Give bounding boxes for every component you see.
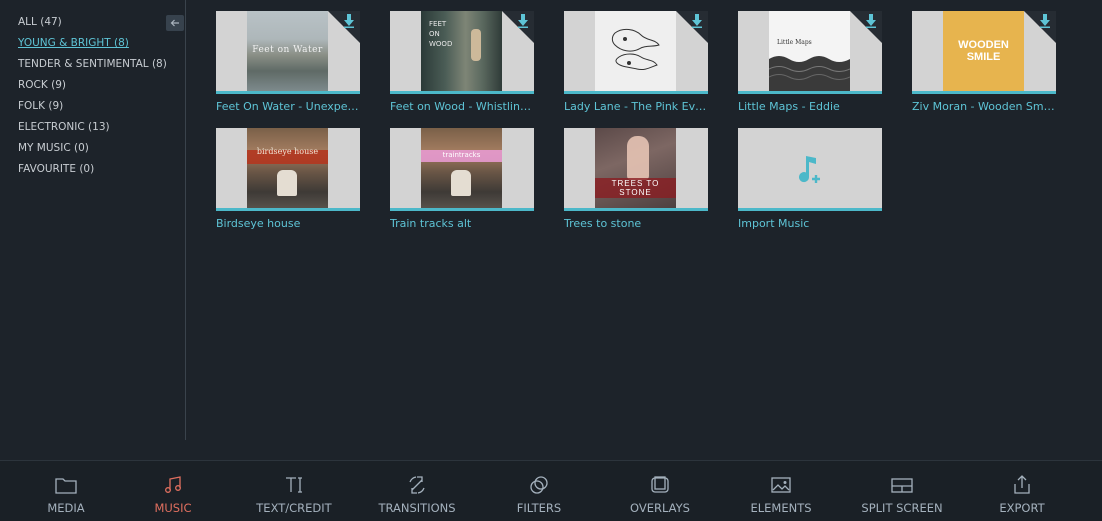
folder-icon xyxy=(55,478,77,494)
split-screen-icon xyxy=(891,478,913,493)
album-cover-image: WOODEN SMILE xyxy=(943,11,1024,91)
export-icon xyxy=(1014,475,1030,494)
album-cover-image: Feet on Water xyxy=(247,11,328,91)
track-thumbnail[interactable]: birdseye house xyxy=(216,128,360,211)
download-icon[interactable] xyxy=(1039,14,1051,28)
track-tile[interactable]: TREES TO STONE Trees to stone xyxy=(564,128,708,230)
download-icon[interactable] xyxy=(691,14,703,28)
tool-export[interactable]: EXPORT xyxy=(990,461,1054,521)
track-thumbnail[interactable]: Little Maps xyxy=(738,11,882,94)
download-icon[interactable] xyxy=(865,14,877,28)
tool-split-screen[interactable]: SPLIT SCREEN xyxy=(856,461,948,521)
tool-text-credit[interactable]: TEXT/CREDIT xyxy=(249,461,339,521)
category-all[interactable]: ALL (47) xyxy=(18,15,167,36)
category-young-bright[interactable]: YOUNG & BRIGHT (8) xyxy=(18,36,167,57)
category-tender-sentimental[interactable]: TENDER & SENTIMENTAL (8) xyxy=(18,57,167,78)
transition-icon xyxy=(409,476,425,494)
album-cover-image: TREES TO STONE xyxy=(595,128,676,208)
text-cursor-icon xyxy=(286,477,302,493)
tool-music[interactable]: MUSIC xyxy=(143,461,203,521)
track-tile[interactable]: Feet on Water Feet On Water - Unexpect..… xyxy=(216,11,360,113)
album-cover-image: Little Maps xyxy=(769,11,850,91)
track-title[interactable]: Birdseye house xyxy=(216,217,360,230)
collapse-sidebar-button[interactable] xyxy=(166,15,184,31)
track-title[interactable]: Ziv Moran - Wooden Smil... xyxy=(912,100,1056,113)
filters-icon xyxy=(530,476,548,494)
track-tile[interactable]: FEET ON WOOD Feet on Wood - Whistling ..… xyxy=(390,11,534,113)
track-thumbnail[interactable]: TREES TO STONE xyxy=(564,128,708,211)
track-title[interactable]: Trees to stone xyxy=(564,217,708,230)
tool-overlays[interactable]: OVERLAYS xyxy=(622,461,698,521)
track-tile[interactable]: Little Maps Little Maps - Eddie xyxy=(738,11,882,113)
tool-filters[interactable]: FILTERS xyxy=(508,461,570,521)
track-title[interactable]: Train tracks alt xyxy=(390,217,534,230)
tool-transitions[interactable]: TRANSITIONS xyxy=(372,461,462,521)
track-tile[interactable]: WOODEN SMILE Ziv Moran - Wooden Smil... xyxy=(912,11,1056,113)
import-music-button[interactable] xyxy=(738,128,882,211)
category-sidebar: ALL (47) YOUNG & BRIGHT (8) TENDER & SEN… xyxy=(0,0,186,440)
download-icon[interactable] xyxy=(343,14,355,28)
import-music-label[interactable]: Import Music xyxy=(738,217,882,230)
category-rock[interactable]: ROCK (9) xyxy=(18,78,167,99)
track-thumbnail[interactable] xyxy=(564,11,708,94)
track-thumbnail[interactable]: Feet on Water xyxy=(216,11,360,94)
overlays-icon xyxy=(651,476,669,493)
arrow-left-icon xyxy=(170,19,179,27)
track-title[interactable]: Little Maps - Eddie xyxy=(738,100,882,113)
category-electronic[interactable]: ELECTRONIC (13) xyxy=(18,120,167,141)
track-title[interactable]: Lady Lane - The Pink Everl... xyxy=(564,100,708,113)
category-folk[interactable]: FOLK (9) xyxy=(18,99,167,120)
album-cover-image xyxy=(595,11,676,91)
track-tile[interactable]: Lady Lane - The Pink Everl... xyxy=(564,11,708,113)
track-title[interactable]: Feet On Water - Unexpect... xyxy=(216,100,360,113)
tool-elements[interactable]: ELEMENTS xyxy=(742,461,820,521)
category-my-music[interactable]: MY MUSIC (0) xyxy=(18,141,167,162)
album-cover-image: FEET ON WOOD xyxy=(421,11,502,91)
album-cover-image: birdseye house xyxy=(247,128,328,208)
music-note-icon xyxy=(165,476,181,493)
music-note-plus-icon xyxy=(799,156,820,183)
album-cover-image: traintracks xyxy=(421,128,502,208)
import-music-tile[interactable]: Import Music xyxy=(738,128,882,230)
image-icon xyxy=(771,477,791,493)
download-icon[interactable] xyxy=(517,14,529,28)
track-thumbnail[interactable]: WOODEN SMILE xyxy=(912,11,1056,94)
track-tile[interactable]: birdseye house Birdseye house xyxy=(216,128,360,230)
category-list: ALL (47) YOUNG & BRIGHT (8) TENDER & SEN… xyxy=(18,15,167,183)
track-thumbnail[interactable]: traintracks xyxy=(390,128,534,211)
category-favourite[interactable]: FAVOURITE (0) xyxy=(18,162,167,183)
tool-media[interactable]: MEDIA xyxy=(36,461,96,521)
bottom-toolbar: MEDIA MUSIC TEXT/CREDIT TRANSITIONS FILT… xyxy=(0,460,1102,521)
track-title[interactable]: Feet on Wood - Whistling ... xyxy=(390,100,534,113)
track-tile[interactable]: traintracks Train tracks alt xyxy=(390,128,534,230)
track-thumbnail[interactable]: FEET ON WOOD xyxy=(390,11,534,94)
